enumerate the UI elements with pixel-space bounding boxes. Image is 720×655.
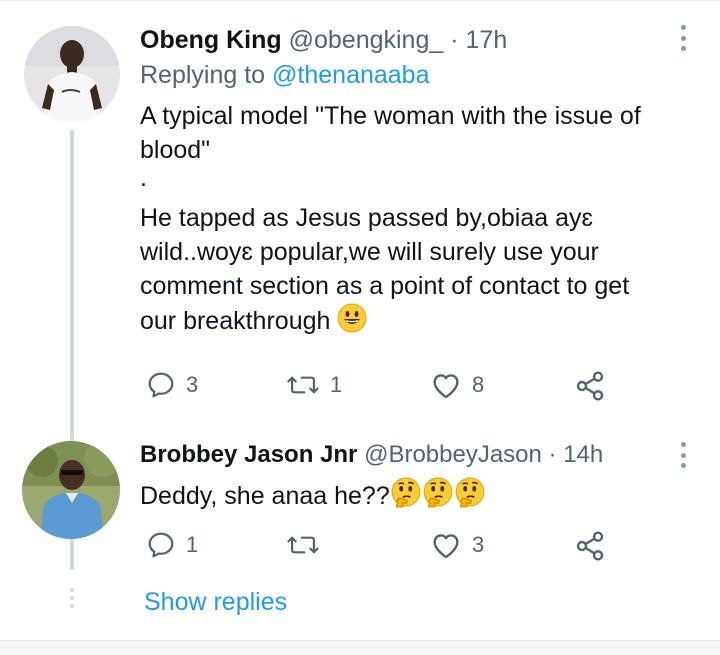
more-options-icon[interactable] — [676, 25, 690, 51]
show-replies-link[interactable]: Show replies — [144, 587, 287, 617]
tweet-text: A typical model "The woman with the issu… — [140, 99, 710, 342]
like-count: 3 — [472, 532, 485, 557]
author-name[interactable]: Brobbey Jason Jnr — [140, 441, 357, 468]
tweet-line: Deddy, she anaa he?? — [140, 477, 710, 518]
tweet-header: Brobbey Jason Jnr @BrobbeyJason · 14h — [140, 440, 603, 470]
tweet-text-content: Deddy, she anaa he?? — [140, 482, 390, 511]
top-divider — [0, 0, 720, 1]
share-action[interactable] — [574, 530, 606, 562]
tweet-line-last: our breakthrough — [140, 303, 710, 342]
author-handle[interactable]: @obengking_ — [289, 26, 444, 54]
mention-link[interactable]: @thenanaaba — [272, 61, 429, 89]
author-handle[interactable]: @BrobbeyJason — [364, 441, 542, 468]
replying-prefix: Replying to — [140, 61, 273, 89]
thinking-face-emoji-icon — [454, 477, 486, 518]
tweet-line: blood" — [140, 136, 211, 164]
heart-icon — [433, 534, 459, 559]
timestamp[interactable]: · 14h — [549, 441, 604, 468]
tweet-line: comment section as a point of contact to… — [140, 272, 630, 300]
more-replies-dots — [70, 588, 74, 608]
reply-count: 1 — [186, 532, 199, 557]
heart-icon — [433, 374, 459, 399]
retweet-icon — [287, 536, 319, 554]
author-name[interactable]: Obeng King — [140, 26, 282, 54]
retweet-icon — [287, 376, 319, 394]
thinking-face-emoji-icon — [390, 477, 422, 518]
retweet-count: 1 — [330, 372, 343, 397]
reply-icon — [148, 532, 174, 558]
tweet-line: . — [140, 164, 147, 192]
bottom-divider — [0, 640, 720, 655]
tweet-text: Deddy, she anaa he?? — [140, 477, 710, 518]
like-count: 8 — [472, 372, 485, 397]
like-action[interactable]: 3 — [430, 530, 484, 560]
reply-icon — [148, 372, 174, 398]
tweet-line: our breakthrough — [140, 307, 331, 336]
more-options-icon[interactable] — [676, 442, 690, 468]
tweet-header: Obeng King @obengking_ · 17h — [140, 25, 507, 55]
thinking-face-emoji-icon — [422, 477, 454, 518]
like-action[interactable]: 8 — [430, 370, 484, 400]
timestamp[interactable]: · 17h — [450, 26, 507, 54]
reply-count: 3 — [186, 372, 199, 397]
reply-action[interactable]: 3 — [146, 370, 198, 400]
retweet-action[interactable] — [286, 530, 330, 560]
replying-to: Replying to @thenanaaba — [140, 60, 430, 90]
retweet-action[interactable]: 1 — [286, 370, 342, 400]
share-icon — [576, 371, 604, 401]
share-icon — [576, 531, 604, 561]
tweet-line: He tapped as Jesus passed by,obiaa ayɛ — [140, 204, 593, 232]
share-action[interactable] — [574, 370, 606, 402]
tweet-line: A typical model "The woman with the issu… — [140, 102, 641, 130]
avatar[interactable] — [24, 26, 120, 122]
tweet-line: wild..woyɛ popular,we will surely use yo… — [140, 238, 599, 266]
avatar[interactable] — [22, 441, 120, 539]
reply-action[interactable]: 1 — [146, 530, 198, 560]
grinning-face-emoji-icon — [337, 303, 367, 342]
